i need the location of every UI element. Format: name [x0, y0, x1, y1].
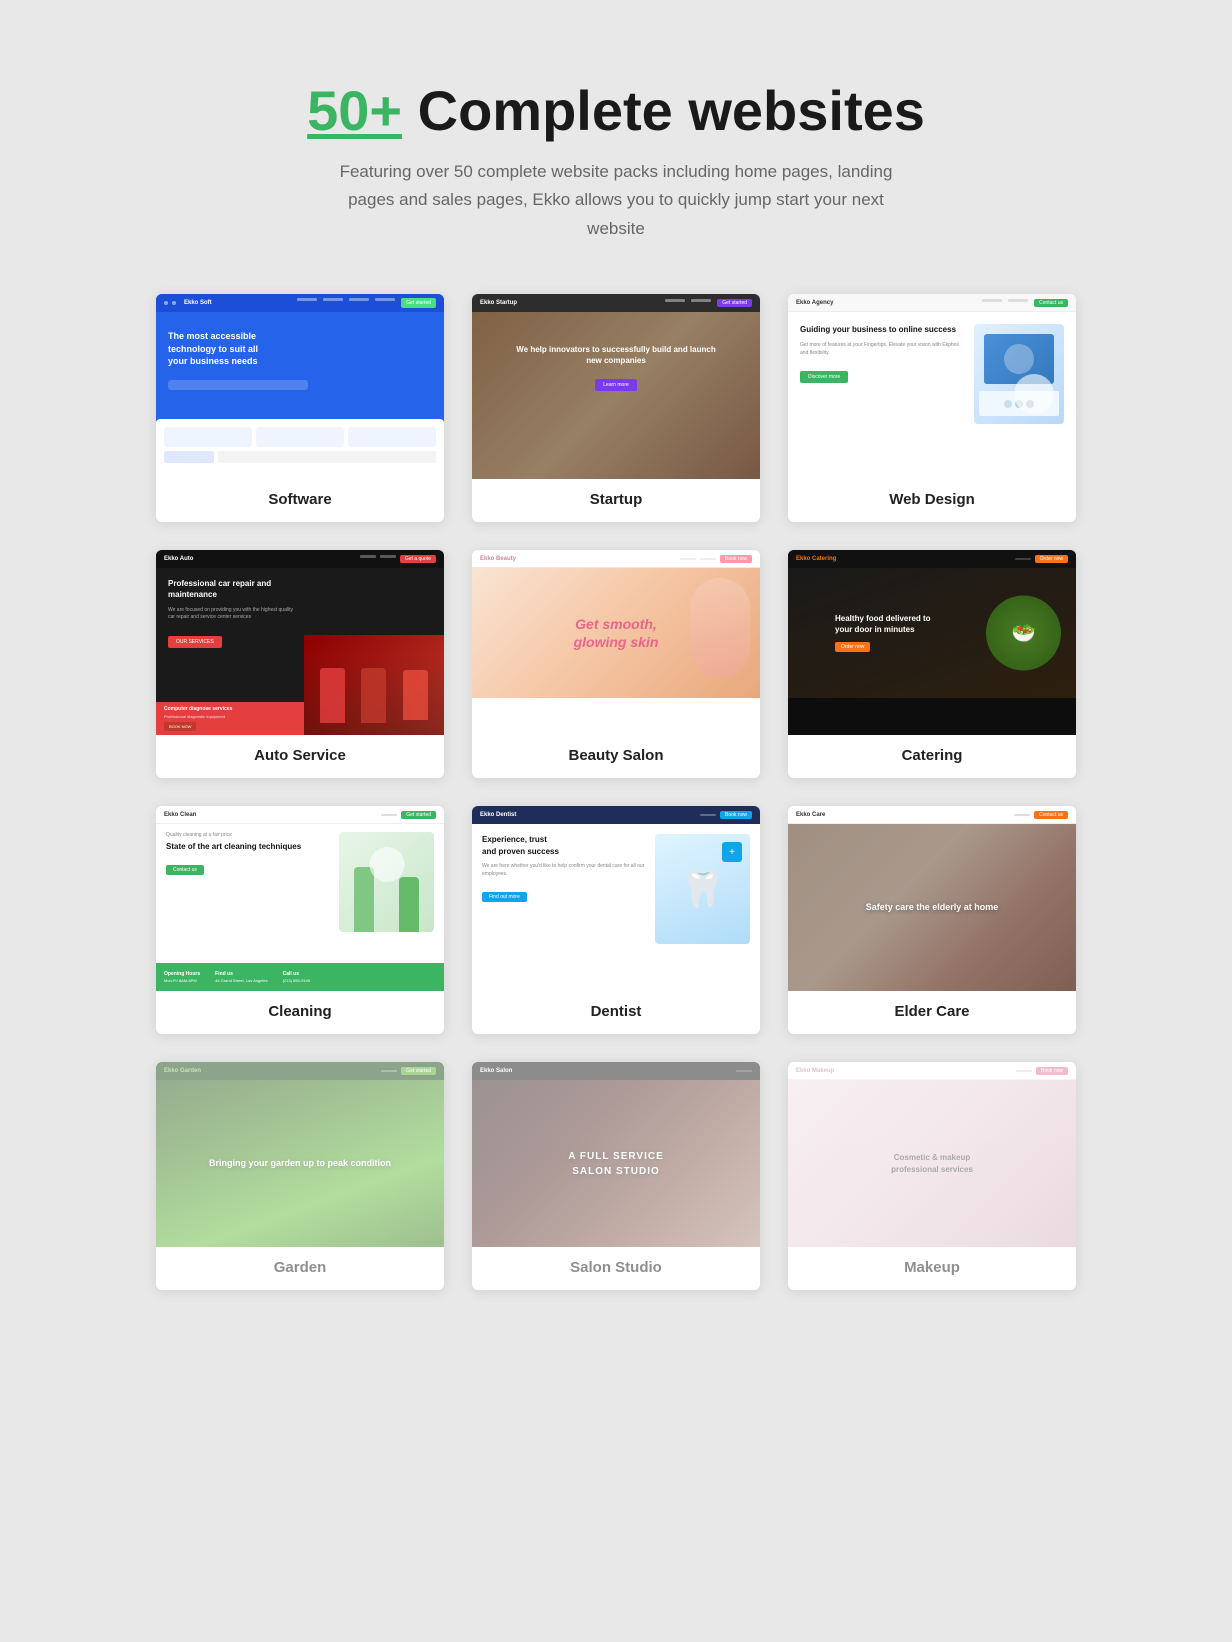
card-label-software: Software	[156, 479, 444, 522]
card-salon[interactable]: Ekko Salon A FULL SERVICESALON STUDIO Sa…	[472, 1062, 760, 1290]
card-label-salon: Salon Studio	[472, 1247, 760, 1290]
card-label-catering: Catering	[788, 735, 1076, 778]
card-image-software: Ekko Soft Get started The most accessibl…	[156, 294, 444, 479]
card-software[interactable]: Ekko Soft Get started The most accessibl…	[156, 294, 444, 522]
card-cleaning[interactable]: Ekko Clean Get started Quality cleaning …	[156, 806, 444, 1034]
card-label-webdesign: Web Design	[788, 479, 1076, 522]
card-label-garden: Garden	[156, 1247, 444, 1290]
card-label-cleaning: Cleaning	[156, 991, 444, 1034]
card-label-beauty: Beauty Salon	[472, 735, 760, 778]
card-image-dentist: Ekko Dentist Book now Experience, trusta…	[472, 806, 760, 991]
page-title: 50+ Complete websites	[156, 80, 1076, 142]
card-eldercare[interactable]: Ekko Care Contact us Safety care the eld…	[788, 806, 1076, 1034]
card-catering[interactable]: Ekko Catering Order now 🥗 Healthy food d…	[788, 550, 1076, 778]
card-label-eldercare: Elder Care	[788, 991, 1076, 1034]
card-image-salon: Ekko Salon A FULL SERVICESALON STUDIO	[472, 1062, 760, 1247]
card-dentist[interactable]: Ekko Dentist Book now Experience, trusta…	[472, 806, 760, 1034]
card-image-garden: Ekko Garden Get started Bringing your ga…	[156, 1062, 444, 1247]
card-image-makeup: Ekko Makeup Book now Cosmetic & makeuppr…	[788, 1062, 1076, 1247]
title-number: 50+	[307, 79, 402, 142]
card-label-makeup: Makeup	[788, 1247, 1076, 1290]
card-image-beauty: Ekko Beauty Book now Get smooth,glowing …	[472, 550, 760, 735]
header-subtitle: Featuring over 50 complete website packs…	[326, 158, 906, 245]
card-image-webdesign: Ekko Agency Contact us Guiding your busi…	[788, 294, 1076, 479]
card-label-auto: Auto Service	[156, 735, 444, 778]
card-garden[interactable]: Ekko Garden Get started Bringing your ga…	[156, 1062, 444, 1290]
card-image-auto: Ekko Auto Get a quote Professional car r…	[156, 550, 444, 735]
card-startup[interactable]: Ekko Startup Get started We help innovat…	[472, 294, 760, 522]
card-label-dentist: Dentist	[472, 991, 760, 1034]
card-image-cleaning: Ekko Clean Get started Quality cleaning …	[156, 806, 444, 991]
card-image-catering: Ekko Catering Order now 🥗 Healthy food d…	[788, 550, 1076, 735]
card-image-eldercare: Ekko Care Contact us Safety care the eld…	[788, 806, 1076, 991]
card-webdesign[interactable]: Ekko Agency Contact us Guiding your busi…	[788, 294, 1076, 522]
cards-grid: Ekko Soft Get started The most accessibl…	[136, 264, 1096, 1330]
page-container: 50+ Complete websites Featuring over 50 …	[136, 40, 1096, 1330]
card-label-startup: Startup	[472, 479, 760, 522]
title-rest: Complete websites	[402, 79, 925, 142]
card-makeup[interactable]: Ekko Makeup Book now Cosmetic & makeuppr…	[788, 1062, 1076, 1290]
card-beauty[interactable]: Ekko Beauty Book now Get smooth,glowing …	[472, 550, 760, 778]
card-auto[interactable]: Ekko Auto Get a quote Professional car r…	[156, 550, 444, 778]
header: 50+ Complete websites Featuring over 50 …	[136, 40, 1096, 264]
card-image-startup: Ekko Startup Get started We help innovat…	[472, 294, 760, 479]
